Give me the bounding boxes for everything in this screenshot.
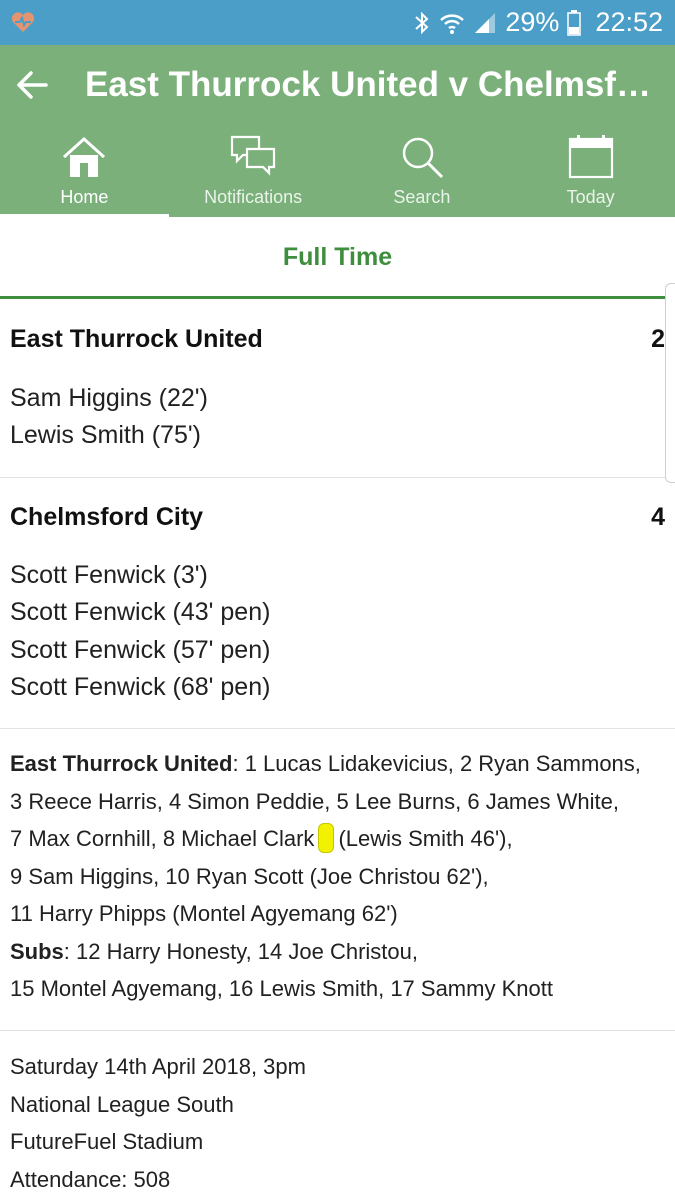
home-team-section: East Thurrock United 2 Sam Higgins (22')… — [0, 302, 675, 478]
tab-notifications-label: Notifications — [204, 187, 303, 207]
match-info: Saturday 14th April 2018, 3pm National L… — [10, 1048, 306, 1198]
match-league: National League South — [10, 1091, 234, 1117]
away-scorer: Scott Fenwick (3') — [10, 561, 208, 589]
lineup-line: 7 Max Cornhill, 8 Michael Clark (Lewis Sm… — [10, 820, 670, 858]
page-title: East Thurrock United v Chelmsford City — [85, 65, 655, 104]
tab-home[interactable]: Home — [0, 125, 169, 218]
subs-line: 15 Montel Agyemang, 16 Lewis Smith, 17 S… — [10, 976, 553, 1001]
home-scorer: Lewis Smith (75') — [10, 421, 201, 449]
status-bar: 29% 22:52 — [0, 0, 675, 45]
clock: 22:52 — [595, 7, 663, 37]
away-team-score: 4 — [651, 503, 665, 531]
match-venue: FutureFuel Stadium — [10, 1129, 204, 1154]
bottom-tab-bar: Home Notifications Search Today — [0, 125, 675, 218]
home-team-score: 2 — [651, 325, 665, 353]
wifi-icon — [440, 13, 465, 34]
match-status-row: Full Time — [0, 217, 675, 299]
battery-percent: 29% — [505, 7, 560, 37]
calendar-icon — [568, 135, 613, 179]
match-attendance: Attendance: 508 — [10, 1166, 171, 1192]
lineup-line: East Thurrock United: 1 Lucas Lidakevici… — [10, 751, 641, 776]
tab-home-label: Home — [60, 187, 109, 207]
divider — [0, 1030, 675, 1031]
home-team-name: East Thurrock United — [10, 325, 263, 353]
tab-notifications[interactable]: Notifications — [169, 125, 338, 217]
home-lineup: East Thurrock United: 1 Lucas Lidakevici… — [10, 745, 670, 1008]
health-heart-icon — [11, 12, 35, 32]
bluetooth-icon — [415, 11, 429, 34]
back-arrow-icon[interactable] — [12, 65, 52, 105]
lineup-line: 3 Reece Harris, 4 Simon Peddie, 5 Lee Bu… — [10, 788, 619, 814]
lineup-line: 11 Harry Phipps (Montel Agyemang 62') — [10, 901, 398, 926]
away-team-section: Chelmsford City 4 Scott Fenwick (3') Sco… — [0, 478, 675, 729]
away-scorer: Scott Fenwick (68' pen) — [10, 673, 271, 701]
signal-icon — [475, 12, 496, 33]
app-bar: East Thurrock United v Chelmsford City H… — [0, 45, 675, 218]
lineup-team-name: East Thurrock United — [10, 751, 233, 776]
tab-search[interactable]: Search — [338, 125, 507, 217]
search-icon — [402, 137, 443, 179]
yellow-card-icon — [318, 823, 335, 853]
tab-search-label: Search — [393, 187, 451, 207]
away-team-name: Chelmsford City — [10, 503, 204, 531]
home-scorer: Sam Higgins (22') — [10, 384, 208, 412]
edge-panel-handle[interactable] — [665, 283, 675, 483]
lineup-line: 9 Sam Higgins, 10 Ryan Scott (Joe Christ… — [10, 863, 489, 889]
chat-bubbles-icon — [231, 135, 276, 176]
tab-today[interactable]: Today — [506, 125, 675, 217]
subs-label: Subs — [10, 938, 64, 964]
tab-today-label: Today — [566, 187, 615, 207]
match-date: Saturday 14th April 2018, 3pm — [10, 1054, 306, 1079]
away-scorer: Scott Fenwick (43' pen) — [10, 598, 271, 626]
home-team-header: East Thurrock United 2 — [10, 325, 665, 354]
subs-line: Subs: 12 Harry Honesty, 14 Joe Christou, — [10, 938, 418, 964]
away-team-header: Chelmsford City 4 — [10, 503, 665, 532]
home-icon — [63, 136, 106, 177]
match-status: Full Time — [282, 243, 393, 271]
away-scorer: Scott Fenwick (57' pen) — [10, 636, 271, 664]
battery-icon — [567, 9, 582, 36]
